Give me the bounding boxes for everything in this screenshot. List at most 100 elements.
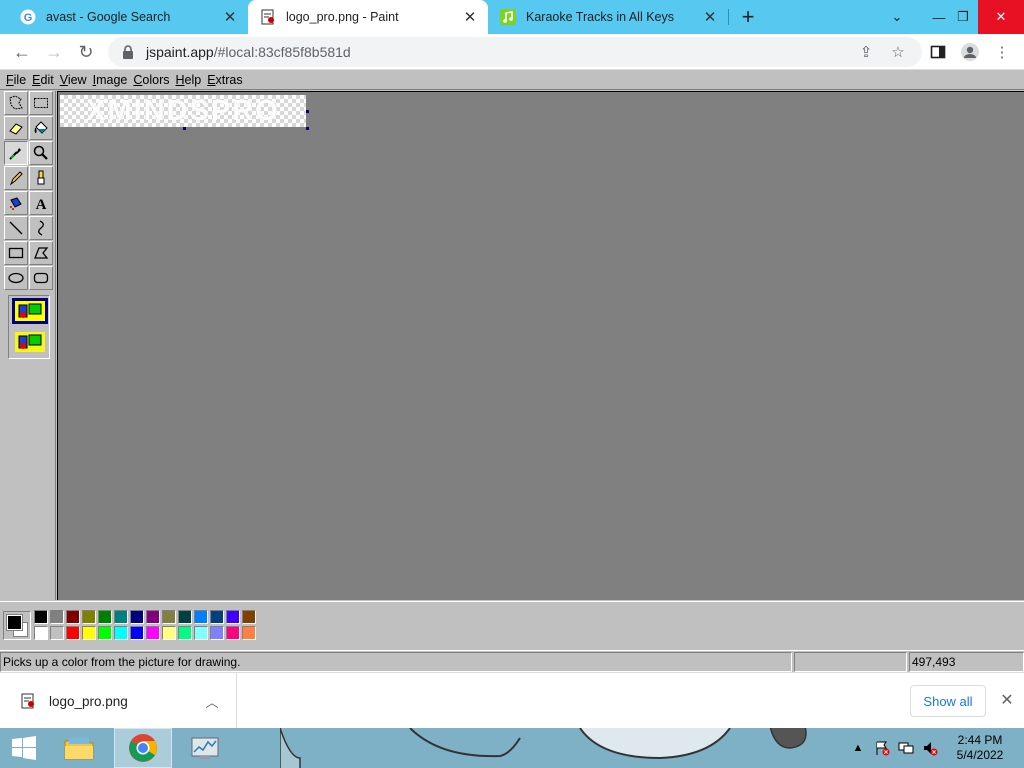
tab-search-chevron-icon[interactable]: ⌄	[874, 0, 920, 34]
tab-title: logo_pro.png - Paint	[286, 10, 399, 24]
browser-tab-strip: G avast - Google Search ✕ logo_pro.png -…	[0, 0, 1024, 34]
file-explorer-icon[interactable]	[50, 728, 108, 768]
eraser-icon[interactable]	[4, 116, 28, 140]
resize-handle-corner[interactable]	[306, 127, 309, 130]
resize-handle-bottom[interactable]	[183, 127, 186, 130]
magnifier-icon[interactable]	[29, 141, 53, 165]
palette-swatch[interactable]	[194, 610, 208, 624]
task-manager-icon[interactable]	[176, 728, 234, 768]
chrome-icon[interactable]	[114, 728, 172, 768]
palette-swatch[interactable]	[50, 626, 64, 640]
airbrush-icon[interactable]	[4, 191, 28, 215]
color-picker-eyedropper-icon[interactable]	[4, 141, 28, 165]
palette-swatch[interactable]	[66, 626, 80, 640]
palette-swatch[interactable]	[178, 610, 192, 624]
free-form-select-icon[interactable]	[4, 91, 28, 115]
palette-swatch[interactable]	[66, 610, 80, 624]
palette-swatch[interactable]	[130, 626, 144, 640]
palette-swatch[interactable]	[98, 626, 112, 640]
text-tool-icon[interactable]: A	[29, 191, 53, 215]
palette-swatch[interactable]	[226, 610, 240, 624]
palette-swatch[interactable]	[146, 610, 160, 624]
network-icon[interactable]	[896, 728, 916, 768]
volume-muted-icon[interactable]	[920, 728, 940, 768]
palette-swatch[interactable]	[162, 610, 176, 624]
transparent-selection-option[interactable]	[12, 329, 48, 355]
palette-swatch[interactable]	[98, 610, 112, 624]
forward-arrow-icon[interactable]: →	[40, 38, 68, 66]
palette-swatch[interactable]	[146, 626, 160, 640]
palette-swatch[interactable]	[242, 610, 256, 624]
close-tab-icon[interactable]: ✕	[462, 9, 478, 26]
menu-file[interactable]: File	[3, 73, 29, 87]
resize-handle-right[interactable]	[306, 110, 309, 113]
windows-taskbar: ▲ 2:44 PM 5/4/2022	[0, 728, 1024, 768]
new-tab-button[interactable]: +	[735, 4, 761, 30]
palette-swatch[interactable]	[210, 626, 224, 640]
current-colors[interactable]	[3, 611, 31, 640]
tool-box: A	[0, 91, 56, 600]
brush-icon[interactable]	[29, 166, 53, 190]
menu-help[interactable]: Help	[172, 73, 204, 87]
palette-swatch[interactable]	[82, 626, 96, 640]
menu-image[interactable]: Image	[90, 73, 131, 87]
share-icon[interactable]: ⇪	[856, 42, 876, 62]
tab-paint[interactable]: logo_pro.png - Paint ✕	[248, 0, 488, 34]
ellipse-icon[interactable]	[4, 266, 28, 290]
svg-text:G: G	[24, 12, 33, 24]
close-tab-icon[interactable]: ✕	[702, 9, 718, 26]
menu-colors[interactable]: Colors	[130, 73, 172, 87]
windows-start-icon[interactable]	[0, 728, 48, 768]
line-icon[interactable]	[4, 216, 28, 240]
address-bar[interactable]: jspaint.app/#local:83cf85f8b581d	[108, 37, 922, 67]
palette-swatch[interactable]	[210, 610, 224, 624]
fill-bucket-icon[interactable]	[29, 116, 53, 140]
rectangle-icon[interactable]	[4, 241, 28, 265]
bookmark-star-icon[interactable]: ☆	[888, 42, 908, 62]
show-all-button[interactable]: Show all	[910, 685, 986, 717]
close-shelf-icon[interactable]: ✕	[996, 689, 1018, 711]
palette-swatch[interactable]	[34, 610, 48, 624]
palette-swatch[interactable]	[178, 626, 192, 640]
close-tab-icon[interactable]: ✕	[222, 9, 238, 26]
image-canvas[interactable]: XMINDSPRO	[60, 95, 306, 127]
tab-title: Karaoke Tracks in All Keys	[526, 10, 674, 24]
tab-karaoke[interactable]: Karaoke Tracks in All Keys ✕	[488, 0, 728, 34]
clock-time: 2:44 PM	[957, 733, 1003, 747]
palette-swatch[interactable]	[82, 610, 96, 624]
palette-swatch[interactable]	[50, 610, 64, 624]
palette-swatch[interactable]	[114, 610, 128, 624]
palette-swatch[interactable]	[242, 626, 256, 640]
opaque-selection-option[interactable]	[12, 298, 48, 324]
kebab-menu-icon[interactable]: ⋮	[992, 42, 1012, 62]
palette-swatch[interactable]	[130, 610, 144, 624]
rectangle-select-icon[interactable]	[29, 91, 53, 115]
reload-icon[interactable]: ↻	[72, 38, 100, 66]
side-panel-icon[interactable]	[928, 42, 948, 62]
palette-swatch[interactable]	[194, 626, 208, 640]
download-item[interactable]: logo_pro.png ︿	[0, 673, 237, 729]
palette-swatch[interactable]	[114, 626, 128, 640]
palette-swatch[interactable]	[162, 626, 176, 640]
polygon-icon[interactable]	[29, 241, 53, 265]
back-arrow-icon[interactable]: ←	[8, 38, 36, 66]
menu-extras[interactable]: Extras	[204, 73, 245, 87]
close-window-icon[interactable]: ✕	[978, 0, 1024, 34]
clock-date: 5/4/2022	[956, 748, 1004, 762]
palette-swatch[interactable]	[34, 626, 48, 640]
action-center-flag-icon[interactable]	[872, 728, 892, 768]
chevron-up-icon[interactable]: ︿	[202, 692, 222, 711]
menu-view[interactable]: View	[57, 73, 90, 87]
tab-google-search[interactable]: G avast - Google Search ✕	[8, 0, 248, 34]
foreground-color-swatch[interactable]	[6, 614, 23, 631]
curve-icon[interactable]	[29, 216, 53, 240]
profile-avatar-icon[interactable]	[960, 42, 980, 62]
tray-expand-chevron-icon[interactable]: ▲	[850, 728, 866, 768]
taskbar-clock[interactable]: 2:44 PM 5/4/2022	[940, 733, 1020, 763]
menu-edit[interactable]: Edit	[29, 73, 57, 87]
palette-swatch[interactable]	[226, 626, 240, 640]
browser-toolbar: ← → ↻ jspaint.app/#local:83cf85f8b581d ⇪…	[0, 34, 1024, 70]
canvas-area[interactable]: XMINDSPRO	[57, 91, 1024, 600]
rounded-rectangle-icon[interactable]	[29, 266, 53, 290]
pencil-icon[interactable]	[4, 166, 28, 190]
